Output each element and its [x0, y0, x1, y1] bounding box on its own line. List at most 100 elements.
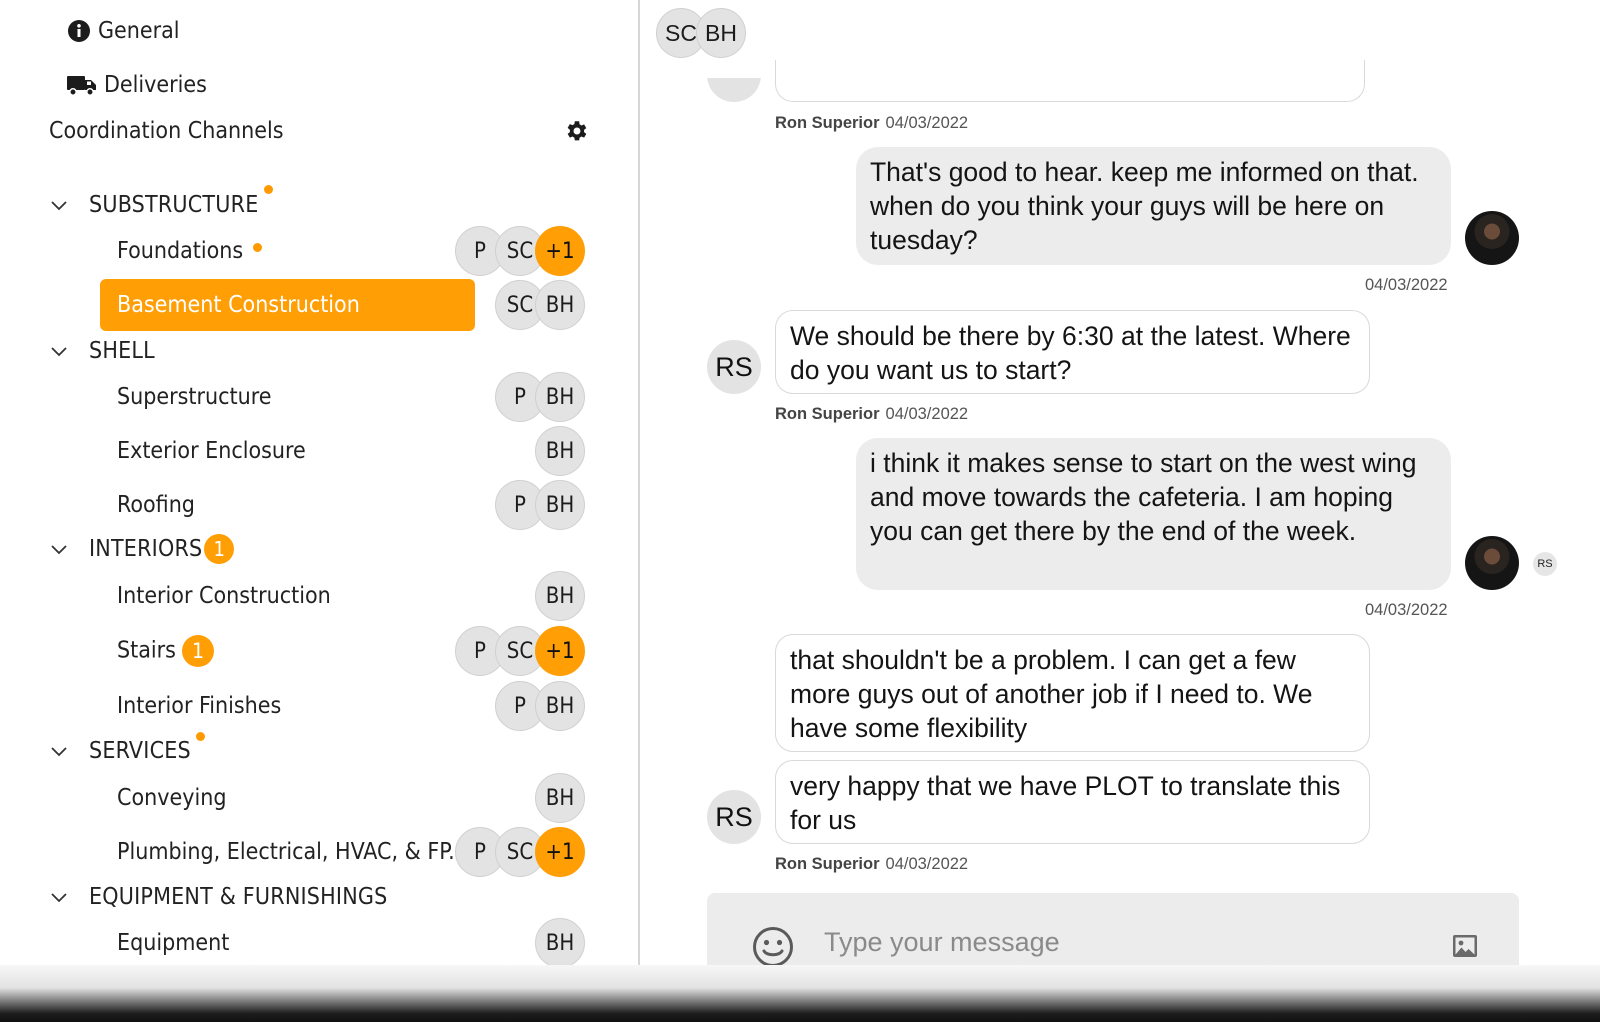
- emoji-icon[interactable]: [752, 926, 794, 968]
- channel-equipment[interactable]: Equipment: [100, 917, 475, 969]
- channel-members: BH: [535, 425, 585, 477]
- member-avatar: +1: [535, 626, 585, 676]
- member-avatar: BH: [696, 8, 746, 58]
- channel-basement-construction[interactable]: Basement Construction: [100, 279, 475, 331]
- sender-name: Ron Superior: [775, 405, 880, 423]
- channel-label: Equipment: [117, 930, 230, 956]
- channel-label: Plumbing, Electrical, HVAC, & FP.: [117, 839, 455, 865]
- section-equipment-furnishings[interactable]: EQUIPMENT & FURNISHINGS: [49, 880, 387, 914]
- channel-label: Interior Finishes: [117, 693, 282, 719]
- channel-foundations[interactable]: Foundations: [100, 225, 475, 277]
- user-avatar: [1465, 211, 1519, 265]
- message-bubble-incoming: that shouldn't be a problem. I can get a…: [775, 634, 1370, 752]
- message-date: 04/03/2022: [885, 405, 969, 423]
- window-bottom-edge: [0, 965, 1600, 1022]
- nav-general-label: General: [98, 18, 180, 44]
- channel-members: BH: [535, 772, 585, 824]
- message-date: 04/03/2022: [1365, 276, 1448, 294]
- channel-members: BH SC: [495, 279, 585, 331]
- channel-label: Interior Construction: [117, 583, 331, 609]
- info-icon: [66, 18, 92, 44]
- coordination-channels-title: Coordination Channels: [49, 118, 284, 144]
- section-label: SHELL: [89, 338, 155, 364]
- coordination-channels-header: Coordination Channels: [49, 115, 589, 147]
- message-input[interactable]: [822, 919, 1386, 965]
- sender-avatar: RS: [707, 790, 761, 844]
- message-bubble-incoming: We should be there by 6:30 at the latest…: [775, 310, 1370, 394]
- chevron-down-icon[interactable]: [49, 341, 69, 361]
- unread-count-badge: 1: [181, 635, 214, 667]
- channel-members: BH P: [495, 680, 585, 732]
- message-bubble-incoming: very happy that we have PLOT to translat…: [775, 760, 1370, 844]
- section-label: EQUIPMENT & FURNISHINGS: [89, 884, 388, 910]
- unread-dot: [264, 185, 274, 194]
- channel-label: Exterior Enclosure: [117, 438, 306, 464]
- member-avatar: BH: [535, 426, 585, 476]
- chevron-down-icon[interactable]: [49, 741, 69, 761]
- channel-label: Superstructure: [117, 384, 272, 410]
- unread-dot: [195, 732, 205, 741]
- nav-deliveries[interactable]: Deliveries: [66, 69, 207, 101]
- channel-label: Basement Construction: [117, 292, 360, 318]
- member-avatar: BH: [535, 571, 585, 621]
- channel-conveying[interactable]: Conveying: [100, 772, 475, 824]
- channel-label: Roofing: [117, 492, 195, 518]
- channel-members: BH: [535, 917, 585, 969]
- sidebar: General Deliveries Coordination Channels…: [0, 0, 638, 968]
- message-date: 04/03/2022: [1365, 601, 1448, 619]
- user-avatar: [1465, 536, 1519, 590]
- message-meta: Ron Superior 04/03/2022: [775, 405, 968, 424]
- chat-panel: SC BH Ron Superior 04/03/2022 That's good…: [640, 0, 1600, 1022]
- channel-members: +1 SC P: [455, 625, 585, 677]
- channel-members: BH P: [495, 371, 585, 423]
- section-label: INTERIORS: [89, 536, 203, 562]
- read-receipt-avatar: RS: [1533, 552, 1557, 576]
- channel-members: BH P: [495, 479, 585, 531]
- channel-members: BH: [535, 570, 585, 622]
- message-bubble-incoming: [775, 60, 1365, 102]
- message-date: 04/03/2022: [885, 114, 969, 132]
- channel-exterior-enclosure[interactable]: Exterior Enclosure: [100, 425, 475, 477]
- channel-label: Foundations: [117, 238, 244, 264]
- channel-label: Stairs: [117, 637, 176, 664]
- chevron-down-icon[interactable]: [49, 887, 69, 907]
- chevron-down-icon[interactable]: [49, 195, 69, 215]
- channel-members: +1 SC P: [455, 826, 585, 878]
- channel-label: Conveying: [117, 785, 227, 811]
- channel-superstructure[interactable]: Superstructure: [100, 371, 475, 423]
- section-label: SUBSTRUCTURE: [89, 192, 259, 218]
- member-avatar: +1: [535, 827, 585, 877]
- section-services[interactable]: SERVICES: [49, 732, 205, 768]
- channel-interior-finishes[interactable]: Interior Finishes: [100, 680, 475, 732]
- member-avatar: BH: [535, 372, 585, 422]
- message-bubble-outgoing: That's good to hear. keep me informed on…: [856, 147, 1451, 265]
- section-shell[interactable]: SHELL: [49, 334, 155, 368]
- channel-roofing[interactable]: Roofing: [100, 479, 475, 531]
- message-meta: Ron Superior 04/03/2022: [775, 114, 968, 133]
- channel-plumbing-electrical-hvac-fp[interactable]: Plumbing, Electrical, HVAC, & FP.: [100, 826, 475, 878]
- chevron-down-icon[interactable]: [49, 539, 69, 559]
- chat-members: SC BH: [656, 8, 746, 58]
- member-avatar: BH: [535, 681, 585, 731]
- channel-interior-construction[interactable]: Interior Construction: [100, 570, 475, 622]
- sender-name: Ron Superior: [775, 114, 880, 132]
- message-bubble-outgoing: i think it makes sense to start on the w…: [856, 438, 1451, 590]
- section-substructure[interactable]: SUBSTRUCTURE: [49, 185, 274, 222]
- channel-stairs[interactable]: Stairs 1: [100, 625, 475, 677]
- truck-icon: [66, 72, 98, 98]
- member-avatar: +1: [535, 226, 585, 276]
- sender-avatar: RS: [707, 340, 761, 394]
- gear-icon[interactable]: [563, 118, 589, 144]
- channel-members: +1 SC P: [455, 225, 585, 277]
- member-avatar: BH: [535, 480, 585, 530]
- image-icon[interactable]: [1452, 934, 1478, 958]
- unread-dot: [253, 243, 263, 252]
- unread-count-badge: 1: [204, 534, 235, 564]
- sender-name: Ron Superior: [775, 855, 880, 873]
- section-interiors[interactable]: INTERIORS 1: [49, 532, 235, 566]
- member-avatar: BH: [535, 280, 585, 330]
- message-meta: Ron Superior 04/03/2022: [775, 855, 968, 874]
- section-label: SERVICES: [89, 738, 191, 764]
- nav-general[interactable]: General: [66, 15, 180, 47]
- member-avatar: BH: [535, 918, 585, 968]
